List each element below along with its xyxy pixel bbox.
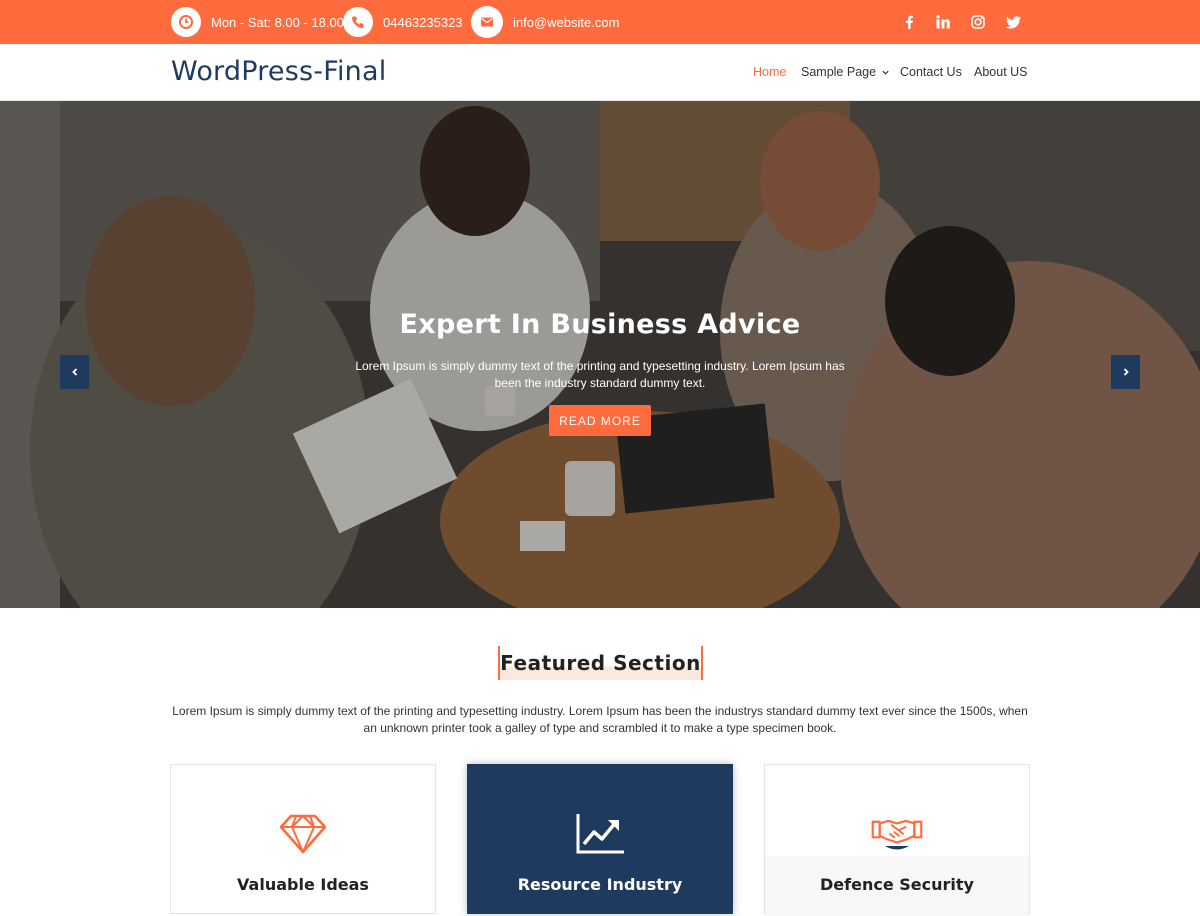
- nav-sample-page-label: Sample Page: [801, 65, 877, 79]
- featured-description: Lorem Ipsum is simply dummy text of the …: [172, 704, 1028, 735]
- phone-text: 04463235323: [383, 14, 463, 30]
- facebook-icon[interactable]: [898, 11, 920, 33]
- twitter-icon[interactable]: [1003, 11, 1025, 33]
- hours-text: Mon - Sat: 8.00 - 18.00: [211, 14, 344, 30]
- nav-contact[interactable]: Contact Us: [900, 65, 962, 79]
- email-info[interactable]: info@website.com: [471, 6, 619, 38]
- chart-line-icon: [468, 809, 732, 857]
- featured-title: Featured Section: [500, 651, 701, 675]
- slider-prev-button[interactable]: [60, 355, 89, 389]
- envelope-icon: [471, 6, 503, 38]
- feature-card-title: Resource Industry: [517, 875, 683, 894]
- feature-card-title: Valuable Ideas: [237, 875, 369, 894]
- nav-home[interactable]: Home: [753, 65, 786, 79]
- phone-icon: [343, 7, 373, 37]
- diamond-icon: [171, 809, 435, 857]
- email-text: info@website.com: [513, 14, 620, 30]
- feature-card-valuable-ideas[interactable]: Valuable Ideas: [170, 764, 436, 914]
- linkedin-icon[interactable]: [932, 11, 954, 33]
- featured-title-box: Featured Section: [498, 646, 703, 680]
- phone-info[interactable]: 04463235323: [343, 6, 463, 38]
- chevron-right-icon: [1123, 368, 1129, 376]
- feature-card-defence-security[interactable]: Defence Security: [764, 764, 1030, 916]
- nav-about[interactable]: About US: [974, 65, 1028, 79]
- hours-info: Mon - Sat: 8.00 - 18.00: [171, 6, 344, 38]
- chevron-left-icon: [71, 368, 77, 376]
- instagram-icon[interactable]: [967, 11, 989, 33]
- feature-card-resource-industry[interactable]: Resource Industry: [467, 764, 733, 914]
- site-header: WordPress-Final Home Sample Page Contact…: [0, 44, 1200, 101]
- hero-slider: Expert In Business Advice Lorem Ipsum is…: [0, 101, 1200, 608]
- site-logo[interactable]: WordPress-Final: [171, 56, 386, 87]
- top-bar: Mon - Sat: 8.00 - 18.00 04463235323 info…: [0, 0, 1200, 44]
- handshake-icon: [765, 809, 1029, 857]
- hero-title: Expert In Business Advice: [399, 309, 801, 340]
- hero-description: Lorem Ipsum is simply dummy text of the …: [355, 359, 845, 390]
- feature-card-title: Defence Security: [820, 875, 974, 894]
- chevron-down-icon: [882, 70, 889, 75]
- clock-icon: [171, 7, 201, 37]
- slider-next-button[interactable]: [1111, 355, 1140, 389]
- nav-sample-page[interactable]: Sample Page: [801, 65, 890, 79]
- hero-overlay: [0, 101, 1200, 608]
- read-more-button[interactable]: READ MORE: [549, 405, 651, 436]
